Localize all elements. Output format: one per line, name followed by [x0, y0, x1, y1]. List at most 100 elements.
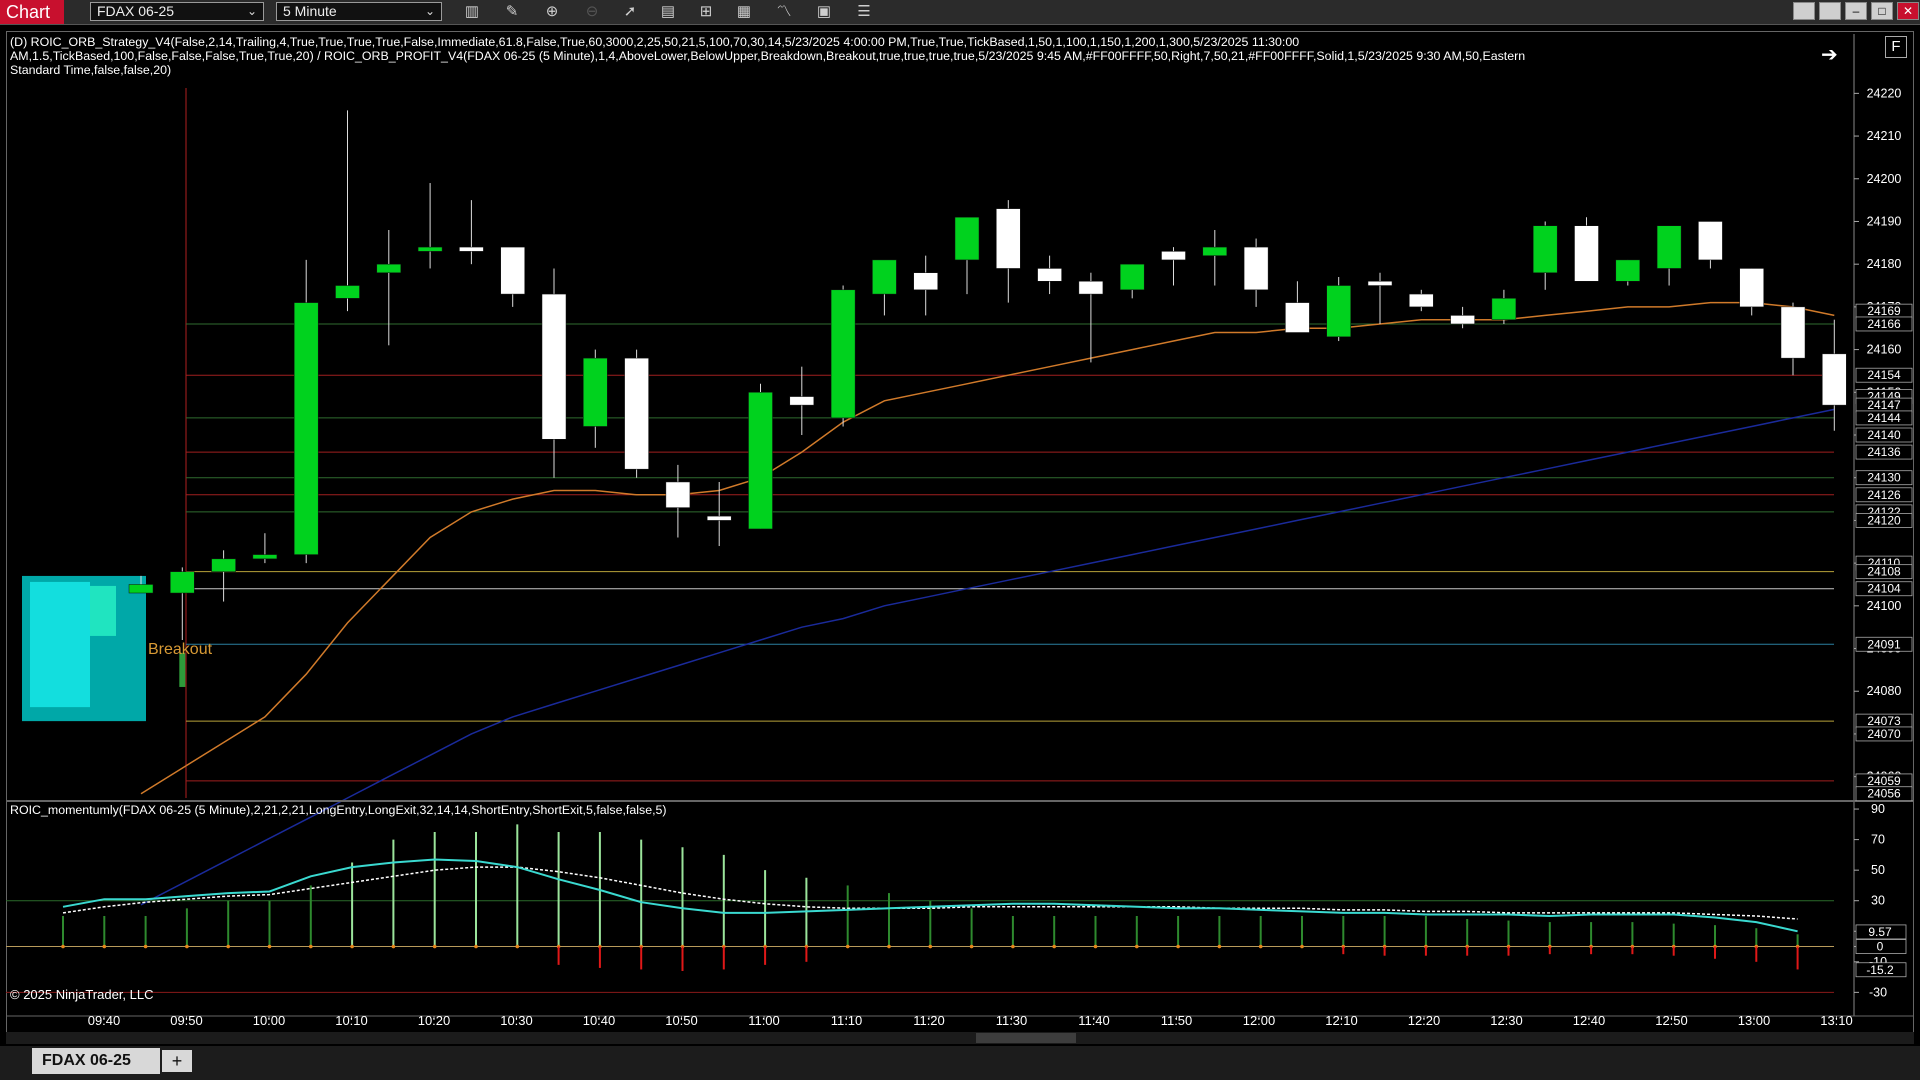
candle-body [1615, 259, 1641, 282]
osc-y-tick-label: 70 [1871, 833, 1885, 847]
candle-body [1037, 268, 1062, 282]
y-tick-label: 24210 [1867, 129, 1902, 143]
y-tick-label: 24180 [1867, 257, 1902, 271]
candle-body [1202, 246, 1228, 256]
candle-body [459, 246, 484, 252]
candle-body [913, 272, 938, 291]
orb-box-highlight [90, 585, 116, 636]
ema-slow-line [140, 408, 1835, 906]
candle-body [1409, 293, 1434, 308]
candle-body [376, 263, 402, 273]
zero-dot [226, 944, 230, 949]
price-panel [22, 88, 1847, 906]
zero-dot [515, 944, 520, 949]
x-tick-label: 12:30 [1490, 1013, 1523, 1028]
price-marker-label: 24108 [1867, 565, 1901, 579]
x-tick-label: 13:00 [1738, 1013, 1771, 1028]
oscillator-label: ROIC_momentumly(FDAX 06-25 (5 Minute),2,… [10, 803, 667, 817]
chart-canvas[interactable]: 2422024210242002419024180241702416024150… [0, 0, 1920, 1080]
zero-dot [474, 944, 478, 949]
x-tick-label: 11:20 [913, 1013, 945, 1028]
zero-dot [969, 944, 974, 949]
candle-body [1367, 281, 1393, 286]
candle-body [170, 571, 195, 594]
candle-body [1243, 246, 1269, 291]
x-tick-label: 11:40 [1078, 1013, 1110, 1028]
zero-dot [1258, 944, 1263, 949]
zero-dot [1176, 944, 1180, 949]
zero-dot [1300, 944, 1304, 949]
zero-dot [845, 944, 850, 949]
osc-y-tick-label: -30 [1869, 985, 1887, 999]
candle-body [789, 396, 815, 406]
tab-fdax[interactable]: FDAX 06-25 [32, 1048, 160, 1074]
x-tick-label: 09:40 [88, 1013, 121, 1028]
candle-body [583, 357, 608, 427]
float-button[interactable]: F [1885, 36, 1907, 58]
candle-body [996, 208, 1021, 269]
x-tick-label: 11:50 [1161, 1013, 1193, 1028]
zero-dot [928, 944, 933, 949]
zero-dot [1217, 944, 1222, 949]
zero-dot [1135, 944, 1139, 949]
zero-dot [61, 944, 65, 949]
candle-body [872, 259, 897, 295]
horizontal-scrollbar[interactable] [6, 1032, 1914, 1044]
price-marker-label: 24166 [1867, 317, 1901, 331]
ema-fast-line [140, 301, 1835, 795]
x-tick-label: 11:00 [748, 1013, 780, 1028]
zero-dot [309, 944, 313, 949]
candle-body [1574, 225, 1599, 282]
x-tick-label: 12:00 [1243, 1013, 1276, 1028]
zero-dot [1052, 944, 1056, 949]
y-tick-label: 24100 [1867, 599, 1902, 613]
strategy-label-line-3: Standard Time,false,false,20) [10, 63, 172, 77]
x-tick-label: 10:50 [665, 1013, 698, 1028]
candle-body [500, 246, 525, 295]
candle-body [1780, 306, 1806, 359]
zero-dot [143, 944, 148, 949]
candle-body [1326, 285, 1351, 338]
x-tick-label: 11:10 [831, 1013, 863, 1028]
y-tick-label: 24080 [1867, 684, 1902, 698]
candle-body [1822, 353, 1847, 406]
scroll-thumb[interactable] [976, 1033, 1076, 1043]
x-tick-label: 12:20 [1408, 1013, 1441, 1028]
zero-dot [391, 944, 396, 949]
candle-body [706, 515, 732, 521]
copyright-text: © 2025 NinjaTrader, LLC [10, 987, 154, 1002]
price-marker-label: 24056 [1867, 787, 1901, 801]
price-marker-label: 24104 [1867, 582, 1901, 596]
price-marker-label: 24130 [1867, 471, 1901, 485]
price-marker-label: 24070 [1867, 727, 1901, 741]
zero-dot [185, 944, 189, 949]
candle-body [252, 554, 278, 560]
candle-body [128, 584, 154, 594]
x-tick-label: 12:40 [1573, 1013, 1606, 1028]
price-marker-label: 24126 [1867, 488, 1901, 502]
candle-body [1532, 225, 1558, 273]
osc-marker-label: 0 [1877, 940, 1884, 954]
price-marker-label: 24091 [1867, 637, 1901, 651]
strategy-label-line-1: (D) ROIC_ORB_Strategy_V4(False,2,14,Trai… [10, 35, 1300, 49]
strategy-label-line-2: AM,1.5,TickBased,100,False,False,False,T… [10, 49, 1526, 63]
x-tick-label: 10:10 [335, 1013, 368, 1028]
candle-body [1450, 315, 1475, 325]
osc-marker-label: 9.57 [1868, 925, 1892, 939]
x-tick-label: 12:10 [1325, 1013, 1358, 1028]
price-marker-label: 24140 [1867, 428, 1901, 442]
zero-dot [102, 944, 107, 949]
candle-body [665, 481, 691, 508]
x-tick-label: 10:20 [418, 1013, 451, 1028]
x-tick-label: 10:40 [583, 1013, 616, 1028]
x-tick-label: 12:50 [1655, 1013, 1688, 1028]
orb-box-highlight [30, 581, 90, 708]
zero-dot [350, 944, 354, 949]
y-tick-label: 24160 [1867, 343, 1902, 357]
arrow-right-icon[interactable]: ➔ [1821, 42, 1838, 67]
zero-dot [267, 944, 272, 949]
add-tab-button[interactable]: + [162, 1050, 192, 1072]
candle-body [830, 289, 856, 419]
oscillator-panel [6, 824, 1834, 993]
candle-body [1739, 268, 1764, 308]
